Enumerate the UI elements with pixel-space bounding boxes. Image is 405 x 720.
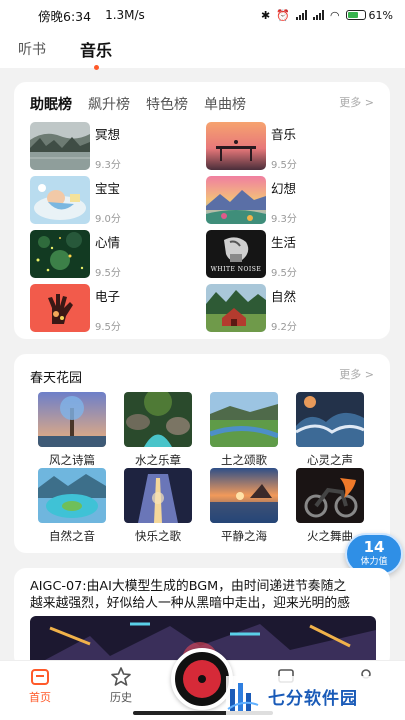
star-icon (99, 665, 143, 689)
ranking-more-link[interactable]: 更多 > (339, 94, 374, 110)
home-icon (18, 665, 62, 689)
garden-thumb (296, 468, 364, 523)
garden-thumb (124, 392, 192, 447)
ranking-thumb (30, 284, 90, 332)
watermark-logo-icon (227, 683, 259, 711)
tab-single-ranking[interactable]: 单曲榜 (204, 94, 246, 114)
garden-item[interactable]: 平静之海 (208, 468, 280, 543)
ranking-item-mood[interactable]: 心情 9.5分 (30, 230, 200, 279)
now-playing-disc[interactable] (171, 648, 233, 710)
tab-music[interactable]: 音乐 (80, 37, 112, 70)
ranking-item-music[interactable]: 音乐 9.5分 (206, 122, 376, 171)
ranking-item-baby[interactable]: 宝宝 9.0分 (30, 176, 200, 225)
ranking-item-title: 宝宝 (95, 181, 121, 196)
ranking-item-life[interactable]: WHITE NOISE 生活 9.5分 (206, 230, 376, 279)
network-speed: 1.3M/s (105, 8, 145, 22)
ranking-item-fantasy[interactable]: 幻想 9.3分 (206, 176, 376, 225)
garden-thumb (124, 468, 192, 523)
ranking-thumb (30, 176, 90, 224)
ranking-item-score: 9.3分 (95, 160, 121, 171)
garden-item-label: 快乐之歌 (135, 529, 181, 543)
aigc-line-1: AIGC-07:由AI大模型生成的BGM，由时间递进节奏随之 (30, 579, 347, 594)
status-time: 傍晚6:34 (38, 8, 92, 24)
garden-title: 春天花园 (30, 371, 83, 386)
ranking-item-electronic[interactable]: 电子 9.5分 (30, 284, 200, 333)
nav-home[interactable]: 首页 (18, 665, 62, 705)
battery-indicator: 61% (345, 8, 393, 22)
ranking-item-score: 9.5分 (95, 322, 121, 333)
bluetooth-icon: ✱ (261, 8, 271, 22)
ranking-thumb (206, 284, 266, 332)
garden-item[interactable]: 快乐之歌 (122, 468, 194, 543)
spring-garden-card: 春天花园 更多 > 风之诗篇 水之乐章 土之颂歌 心灵之声 自然之音 快乐之歌 … (14, 354, 390, 553)
nav-home-label: 首页 (29, 691, 51, 704)
nav-history-label: 历史 (110, 691, 132, 704)
garden-item[interactable]: 火之舞曲 (294, 468, 366, 543)
nav-history[interactable]: 历史 (99, 665, 143, 705)
garden-item-label: 心灵之声 (307, 453, 353, 467)
ranking-item-score: 9.0分 (95, 214, 121, 225)
ranking-item-title: 自然 (271, 289, 297, 304)
ranking-item-score: 9.5分 (271, 268, 297, 279)
white-noise-label: WHITE NOISE (210, 266, 262, 273)
garden-item-label: 风之诗篇 (49, 453, 95, 467)
ranking-item-title: 生活 (271, 235, 297, 250)
status-bar: 傍晚6:34 1.3M/s ✱ ⏰ ◠ 61% (0, 0, 405, 30)
top-tabs: 听书 音乐 (0, 30, 405, 70)
ranking-item-score: 9.5分 (95, 268, 121, 279)
ranking-item-score: 9.2分 (271, 322, 297, 333)
garden-thumb (210, 392, 278, 447)
garden-item-label: 平静之海 (221, 529, 267, 543)
stamina-label: 体力值 (360, 557, 388, 567)
garden-thumb (296, 392, 364, 447)
ranking-item-nature[interactable]: 自然 9.2分 (206, 284, 376, 333)
garden-item[interactable]: 心灵之声 (294, 392, 366, 467)
tab-sleep-ranking[interactable]: 助眠榜 (30, 94, 72, 114)
ranking-item-meditation[interactable]: 冥想 9.3分 (30, 122, 200, 171)
garden-item-label: 水之乐章 (135, 453, 181, 467)
garden-item[interactable]: 自然之音 (36, 468, 108, 543)
aigc-line-2: 越来越强烈，好似给人一种从黑暗中走出，迎来光明的感 (30, 596, 350, 611)
tab-rising-ranking[interactable]: 飙升榜 (88, 94, 130, 114)
wifi-icon: ◠ (329, 8, 340, 22)
garden-item[interactable]: 土之颂歌 (208, 392, 280, 467)
alarm-icon: ⏰ (276, 8, 290, 22)
ranking-tabs: 助眠榜 飙升榜 特色榜 单曲榜 (30, 94, 246, 114)
ranking-card: 助眠榜 飙升榜 特色榜 单曲榜 更多 > 冥想 9.3分 音乐 9.5分 宝宝 … (14, 82, 390, 339)
ranking-item-score: 9.3分 (271, 214, 297, 225)
status-icons: ✱ ⏰ ◠ 61% (261, 9, 393, 22)
tab-featured-ranking[interactable]: 特色榜 (146, 94, 188, 114)
ranking-thumb (206, 176, 266, 224)
ranking-item-title: 幻想 (271, 181, 297, 196)
ranking-item-title: 音乐 (271, 127, 297, 142)
garden-item-label: 土之颂歌 (221, 453, 267, 467)
ranking-thumb (30, 230, 90, 278)
ranking-item-title: 电子 (95, 289, 121, 304)
garden-item[interactable]: 水之乐章 (122, 392, 194, 467)
signal-icon (295, 10, 307, 20)
signal-icon-2 (312, 10, 324, 20)
garden-more-link[interactable]: 更多 > (339, 366, 374, 382)
ranking-item-score: 9.5分 (271, 160, 297, 171)
ranking-thumb (30, 122, 90, 170)
ranking-thumb (206, 122, 266, 170)
garden-item-label: 自然之音 (49, 529, 95, 543)
ranking-item-title: 心情 (95, 235, 121, 250)
stamina-value: 14 (363, 538, 385, 556)
ranking-thumb: WHITE NOISE (206, 230, 266, 278)
watermark-text: 七分软件园 (268, 688, 358, 709)
tab-audiobooks[interactable]: 听书 (18, 39, 46, 59)
ranking-item-title: 冥想 (95, 127, 121, 142)
garden-thumb (38, 468, 106, 523)
garden-thumb (38, 392, 106, 447)
battery-icon (345, 10, 366, 20)
aigc-description: AIGC-07:由AI大模型生成的BGM，由时间递进节奏随之 越来越强烈，好似给… (30, 578, 384, 612)
garden-thumb (210, 468, 278, 523)
garden-item[interactable]: 风之诗篇 (36, 392, 108, 467)
battery-level: 61% (368, 8, 393, 22)
watermark: 七分软件园 (226, 676, 396, 716)
